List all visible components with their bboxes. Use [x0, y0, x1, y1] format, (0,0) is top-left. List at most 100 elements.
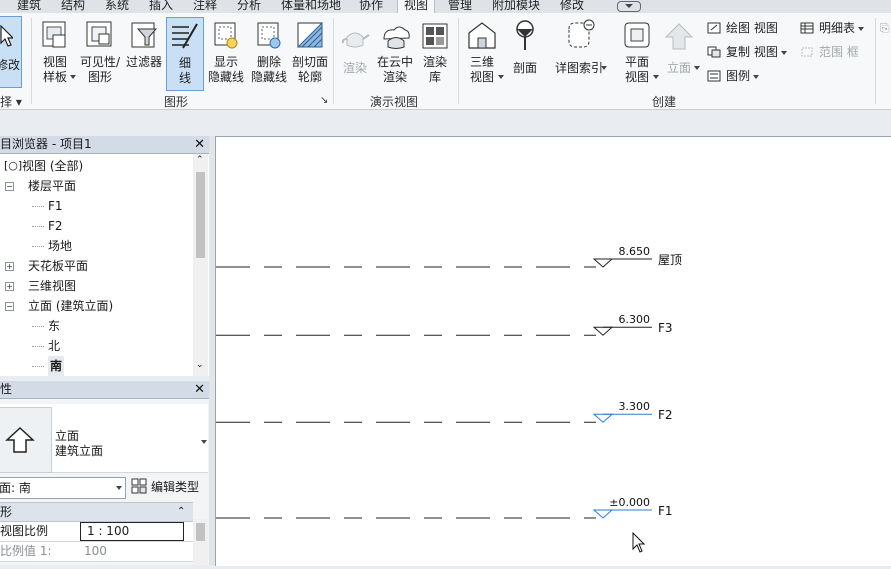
elevation-button[interactable]: 立面 [660, 17, 700, 91]
scope-box-button[interactable]: 范围 框 [800, 45, 859, 59]
level-elevation-label[interactable]: 3.300 [619, 400, 651, 413]
legend-button[interactable]: 图例 [707, 69, 760, 83]
tree-item[interactable]: 立面 (建筑立面) [28, 296, 113, 316]
properties-header: 性 ✕ [0, 381, 209, 399]
elevation-view-canvas[interactable]: 8.650 屋顶 6.300 F3 3.300 F2 ±0.000 F1 [215, 136, 891, 566]
tab-systems[interactable]: 系统 [105, 0, 129, 13]
tab-structure[interactable]: 结构 [61, 0, 85, 13]
ribbon-tab-bar: 建筑 结构 系统 插入 注释 分析 体量和场地 协作 视图 管理 附加模块 修改 [0, 0, 891, 13]
tree-item[interactable]: F2 [48, 216, 63, 236]
section-button[interactable]: 剖面 [506, 17, 544, 91]
tree-item[interactable]: 南 [48, 356, 65, 376]
tab-modify[interactable]: 修改 [560, 0, 584, 13]
section-icon [516, 20, 534, 50]
3d-view-button[interactable]: 三维 视图 [462, 17, 504, 91]
browser-scrollbar[interactable]: ⌃ ⌄ [193, 154, 208, 376]
type-subname: 建筑立面 [55, 444, 104, 458]
close-icon[interactable]: ✕ [194, 136, 205, 153]
chevron-down-icon [601, 66, 607, 70]
mouse-cursor-icon [632, 532, 646, 553]
tree-connector [32, 206, 44, 207]
instance-filter-dropdown[interactable]: 面: 南 [0, 477, 126, 499]
collapse-icon[interactable]: − [5, 302, 14, 311]
level-elevation-label[interactable]: 8.650 [619, 245, 651, 258]
chevron-down-icon [498, 75, 504, 79]
tree-item[interactable]: 视图 (全部) [22, 156, 83, 176]
edit-type-button[interactable]: 编辑类型 [131, 477, 199, 497]
plan-view-icon [624, 22, 650, 48]
sheet-overflow-icon[interactable]: ⎘ [880, 21, 890, 35]
levels-drawing: 8.650 屋顶 6.300 F3 3.300 F2 ±0.000 F1 [216, 245, 682, 519]
tab-manage[interactable]: 管理 [448, 0, 472, 13]
level-elevation-label[interactable]: 6.300 [619, 313, 651, 326]
type-selector[interactable]: 立面 建筑立面 [0, 404, 208, 473]
edit-type-icon [131, 478, 147, 494]
tree-item[interactable]: F1 [48, 196, 63, 216]
legend-icon [707, 70, 721, 82]
type-name: 立面 [55, 429, 80, 443]
graphics-dialog-launcher[interactable]: ↘ [320, 95, 328, 106]
show-hidden-lines-icon [214, 22, 238, 49]
filter-icon [131, 22, 158, 48]
level-name-label[interactable]: F3 [658, 321, 673, 335]
show-hidden-lines-button[interactable]: 显示 隐藏线 [204, 17, 248, 91]
tab-collaborate[interactable]: 协作 [359, 0, 383, 13]
level-elevation-label[interactable]: ±0.000 [609, 496, 650, 509]
level-head-marker[interactable] [592, 413, 614, 423]
tab-addins[interactable]: 附加模块 [492, 0, 540, 13]
tab-insert[interactable]: 插入 [149, 0, 173, 13]
tree-connector [32, 246, 44, 247]
level-name-label[interactable]: 屋顶 [658, 253, 682, 267]
collapse-icon[interactable]: − [5, 182, 14, 191]
tree-item[interactable]: 三维视图 [28, 276, 76, 296]
select-group-label[interactable]: 择 ▾ [0, 93, 22, 110]
tree-item[interactable]: 天花板平面 [28, 256, 88, 276]
tree-item[interactable]: 楼层平面 [28, 176, 76, 196]
expand-icon[interactable]: + [5, 282, 14, 291]
duplicate-view-button[interactable]: 复制 视图 [707, 45, 787, 59]
drafting-view-button[interactable]: 绘图 视图 [707, 21, 778, 35]
chevron-down-icon [201, 440, 207, 444]
elevation-type-icon [5, 426, 35, 453]
properties-scrollbar[interactable] [193, 519, 208, 565]
callout-button[interactable]: 详图索引 [552, 17, 607, 91]
schedules-button[interactable]: 明细表 [800, 21, 865, 35]
tab-view[interactable]: 视图 [397, 0, 436, 13]
visibility-graphics-button[interactable]: 可见性/ 图形 [78, 17, 122, 91]
filters-button[interactable]: 过滤器 [124, 17, 164, 91]
expand-icon[interactable]: + [5, 262, 14, 271]
level-head-marker[interactable] [592, 258, 614, 268]
visibility-graphics-icon [86, 21, 112, 47]
view-scale-input[interactable]: 1 : 100 [80, 522, 184, 541]
chevron-down-icon [70, 75, 76, 79]
render-gallery-button[interactable]: 渲染 库 [417, 17, 453, 91]
tab-analyze[interactable]: 分析 [237, 0, 261, 13]
level-name-label[interactable]: F1 [658, 504, 673, 518]
render-button[interactable]: 渲染 [337, 17, 373, 91]
tree-item[interactable]: 北 [48, 336, 60, 356]
render-in-cloud-button[interactable]: 在云中 渲染 [374, 17, 416, 91]
tree-item[interactable]: 场地 [48, 236, 72, 256]
view-template-icon [42, 21, 66, 48]
tab-massing-site[interactable]: 体量和场地 [281, 0, 341, 13]
create-group-label: 创建 [652, 95, 677, 109]
tab-architecture[interactable]: 建筑 [17, 0, 41, 13]
close-icon[interactable]: ✕ [194, 381, 205, 398]
plan-views-button[interactable]: 平面 视图 [617, 17, 659, 91]
tree-connector [32, 366, 44, 367]
cut-profile-button[interactable]: 剖切面 轮廓 [288, 17, 332, 91]
graphics-section-header[interactable]: 形 ⌃ [0, 502, 193, 522]
tree-item[interactable]: 东 [48, 316, 60, 336]
remove-hidden-lines-icon [257, 22, 281, 49]
remove-hidden-lines-button[interactable]: 删除 隐藏线 [247, 17, 291, 91]
level-head-marker[interactable] [592, 509, 614, 519]
level-name-label[interactable]: F2 [658, 408, 673, 422]
contextual-tab-toggle-icon[interactable] [617, 1, 641, 12]
tab-annotate[interactable]: 注释 [193, 0, 217, 13]
view-template-button[interactable]: 视图 样板 [36, 17, 76, 91]
duplicate-view-icon [707, 46, 721, 58]
thin-lines-button[interactable]: 细 线 [166, 17, 204, 91]
modify-button[interactable]: 修改 [0, 16, 22, 88]
property-row-view-scale: 视图比例 1 : 100 [0, 522, 193, 542]
level-head-marker[interactable] [592, 326, 614, 336]
